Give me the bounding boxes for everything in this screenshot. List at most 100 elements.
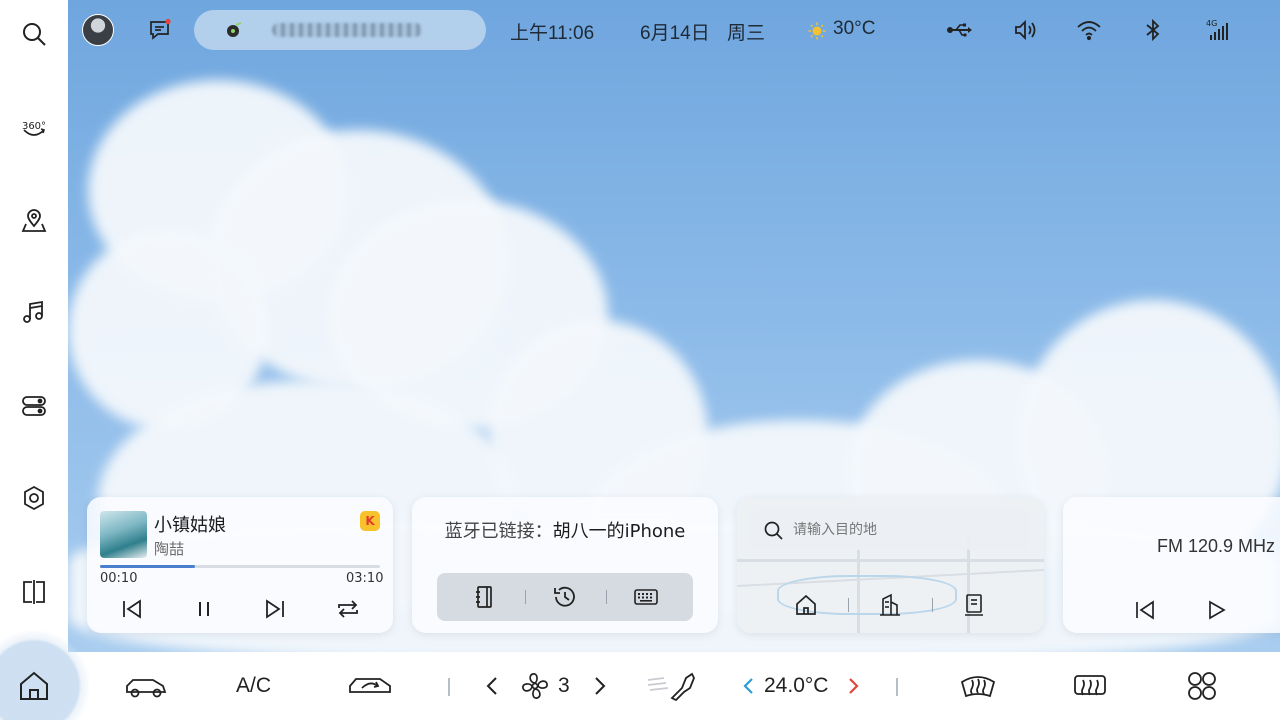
user-avatar[interactable] [82,14,114,46]
map-road [967,537,970,633]
home-icon [796,594,816,615]
wifi-icon[interactable] [1076,17,1102,43]
search-icon [23,23,46,46]
ac-button[interactable]: A/C [236,668,271,704]
bluetooth-device-name: 胡八一的iPhone [552,521,686,542]
document-pin-icon [965,594,983,616]
song-artist: 陶喆 [154,540,185,558]
airflow-direction-button[interactable] [646,668,698,704]
karaoke-badge-label: K [365,514,375,528]
total-duration: 03:10 [346,571,384,586]
pause-button[interactable] [190,595,218,623]
destination-input[interactable] [793,518,1013,542]
karaoke-app-icon: K [360,511,380,531]
app-grid-icon [1188,672,1216,700]
chevron-right-icon [595,677,606,695]
music-icon [23,300,43,323]
divider [932,598,933,612]
fm-station: FM 120.9 MHz [1157,536,1276,556]
search-button[interactable] [14,14,54,54]
navigation-button[interactable] [14,200,54,240]
chevron-right-icon [849,678,859,694]
music-widget[interactable]: 小镇姑娘 陶喆 K 00:10 03:10 [87,497,393,633]
volume-icon[interactable] [1012,17,1038,43]
outside-temperature: 30°C [833,18,876,39]
radio-widget[interactable]: FM 120.9 MHz [1063,497,1280,633]
radio-previous-button[interactable] [1132,597,1158,623]
playback-progress[interactable] [100,565,380,568]
home-button[interactable] [14,668,54,704]
message-icon[interactable] [148,18,172,42]
history-clock-icon [554,586,575,607]
notification-blurred-text [272,23,422,37]
search-icon [764,521,783,540]
bluetooth-status-prefix: 蓝牙已链接： [444,521,553,542]
settings-icon [24,485,44,511]
next-track-button[interactable] [261,595,289,623]
front-defrost-button[interactable] [958,668,998,704]
previous-track-button[interactable] [118,595,146,623]
destination-search[interactable] [749,510,1030,550]
chevron-left-icon [743,678,753,694]
rear-defrost-button[interactable] [1070,668,1110,704]
temperature-decrease-button[interactable] [738,668,758,704]
air-recirculation-icon [349,678,391,693]
airflow-seat-icon [647,672,695,702]
fan-increase-button[interactable] [588,668,612,704]
playback-progress-fill [100,565,196,568]
bluetooth-icon[interactable] [1140,17,1166,43]
music-button[interactable] [14,292,54,332]
dial-pad-button[interactable] [632,583,660,611]
car-icon [126,679,167,698]
sun-icon [808,22,826,40]
split-screen-icon [23,580,45,604]
settings-button[interactable] [14,478,54,518]
chevron-left-icon [486,677,497,695]
divider [848,598,849,612]
front-defrost-icon [960,676,996,698]
bluetooth-status: 蓝牙已链接：胡八一的iPhone [412,517,718,543]
contacts-button[interactable] [470,583,498,611]
elapsed-time: 00:10 [100,571,138,586]
toggle-controls-icon [22,396,46,416]
split-screen-button[interactable] [14,572,54,612]
clock-time: 上午11:06 [510,23,595,44]
bottom-dock: A/C 3 24.0°C [0,630,1280,720]
cabin-temperature: 24.0°C [764,668,828,704]
contacts-book-icon [476,586,492,608]
nav-favorites-button[interactable] [961,592,987,618]
camera-360-button[interactable]: 360° [14,106,54,146]
nav-home-button[interactable] [793,592,819,618]
signal-4g-label: 4G [1206,19,1217,28]
repeat-button[interactable] [334,595,362,623]
divider [896,678,898,696]
temperature-increase-button[interactable] [844,668,864,704]
notification-pill[interactable] [194,10,486,50]
skip-previous-icon [123,599,141,619]
navigation-widget[interactable] [737,497,1044,633]
pause-icon [199,602,209,616]
call-history-button[interactable] [551,583,579,611]
fan-decrease-button[interactable] [480,668,504,704]
radio-play-button[interactable] [1203,597,1229,623]
vehicle-button[interactable] [123,668,169,704]
toggle-controls-button[interactable] [14,386,54,426]
repeat-icon [338,600,358,618]
air-recirculation-button[interactable] [346,668,394,704]
date: 6月14日 [640,23,710,44]
album-cover [100,511,147,558]
nav-company-button[interactable] [877,592,903,618]
home-icon [20,671,48,700]
divider [606,590,607,604]
rear-defrost-icon [1074,675,1106,696]
song-title: 小镇姑娘 [154,515,226,536]
map-road [737,559,1044,562]
app-menu-button[interactable] [1184,668,1220,704]
fan-speed-indicator [520,668,550,704]
left-sidebar: 360° [0,0,68,652]
bluetooth-phone-widget[interactable]: 蓝牙已链接：胡八一的iPhone [412,497,718,633]
play-icon [1209,600,1226,620]
status-bar: 上午11:06 6月14日 周三 30°C 4G [68,0,1280,60]
cabin-temperature-value: 24.0°C [764,674,829,697]
office-building-icon [880,593,900,616]
